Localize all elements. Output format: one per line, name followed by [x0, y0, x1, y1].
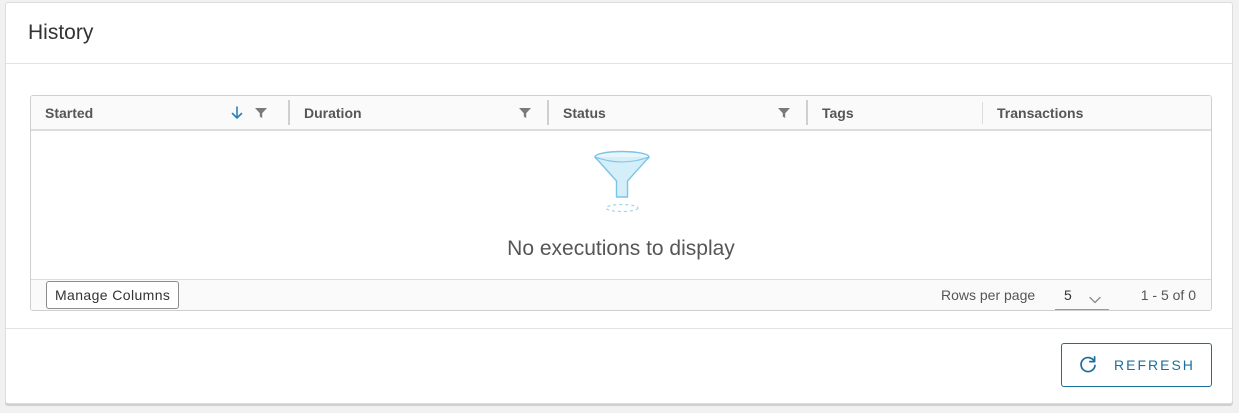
- refresh-icon: [1078, 355, 1098, 375]
- chevron-down-icon: [1089, 291, 1101, 309]
- column-label: Tags: [822, 104, 854, 121]
- refresh-label: REFRESH: [1114, 357, 1195, 373]
- empty-state: No executions to display: [31, 131, 1211, 281]
- grid-header: Started Duration Status Tags Transaction…: [31, 96, 1211, 131]
- rows-per-page-label: Rows per page: [941, 287, 1036, 303]
- column-transactions[interactable]: Transactions: [983, 96, 1211, 129]
- filter-icon[interactable]: [777, 107, 791, 119]
- pagination-info: 1 - 5 of 0: [1140, 287, 1196, 303]
- rows-per-page-value: 5: [1064, 287, 1072, 303]
- card-header: History: [6, 3, 1232, 64]
- column-label: Duration: [304, 104, 362, 121]
- rows-per-page-select[interactable]: 5: [1055, 280, 1109, 310]
- history-card: History Started Duration Status Tags Tra…: [5, 2, 1233, 404]
- card-title: History: [28, 21, 94, 44]
- refresh-button[interactable]: REFRESH: [1061, 343, 1212, 387]
- grid-footer: Manage Columns Rows per page 5 1 - 5 of …: [31, 279, 1211, 310]
- column-tags[interactable]: Tags: [808, 96, 983, 129]
- column-duration[interactable]: Duration: [290, 96, 549, 129]
- column-label: Transactions: [997, 104, 1084, 121]
- card-footer-divider: [6, 328, 1232, 329]
- manage-columns-button[interactable]: Manage Columns: [46, 281, 180, 309]
- filter-icon[interactable]: [518, 107, 532, 119]
- funnel-icon: [592, 149, 652, 220]
- empty-message: No executions to display: [507, 237, 735, 260]
- arrow-down-icon[interactable]: [230, 105, 244, 121]
- column-label: Status: [563, 104, 606, 121]
- executions-grid: Started Duration Status Tags Transaction…: [30, 95, 1212, 311]
- column-status[interactable]: Status: [549, 96, 808, 129]
- column-started[interactable]: Started: [31, 96, 290, 129]
- filter-icon[interactable]: [254, 107, 268, 119]
- column-label: Started: [45, 104, 94, 121]
